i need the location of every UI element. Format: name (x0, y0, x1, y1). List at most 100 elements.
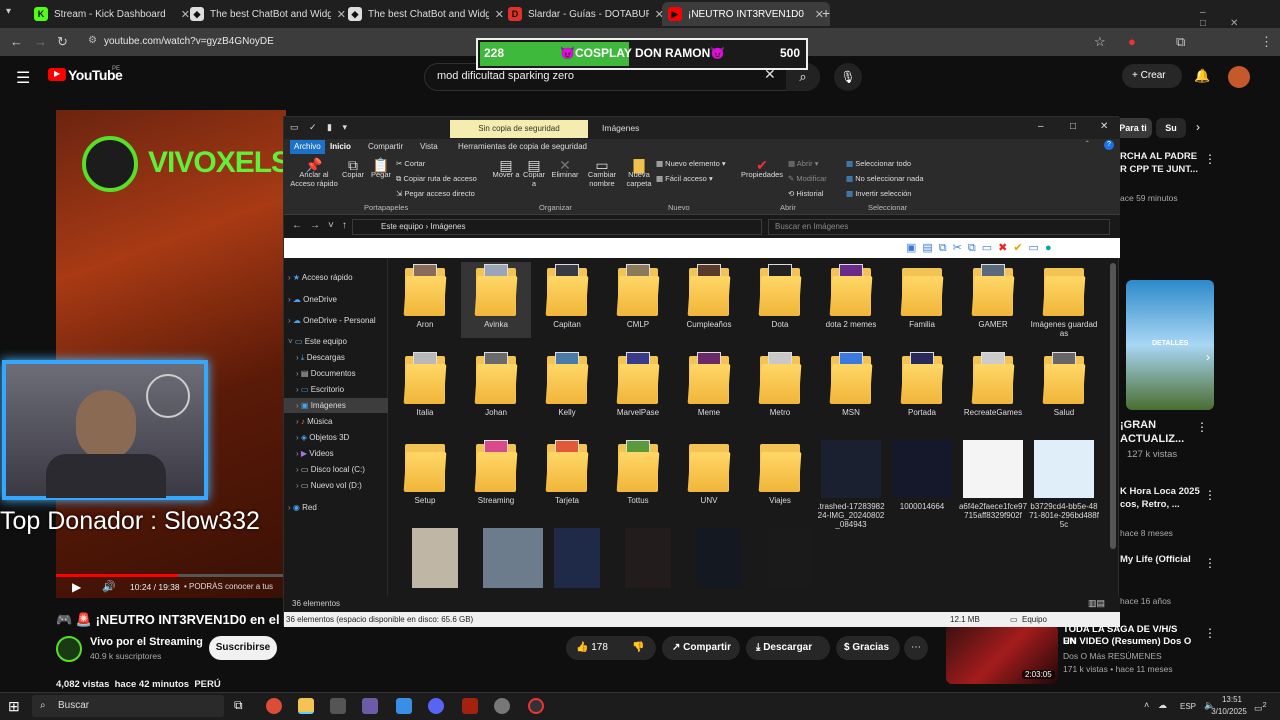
folder-item[interactable]: MarvelPase (603, 352, 673, 417)
hamburger-menu-icon[interactable]: ☰ (16, 68, 30, 88)
ribbon-tab-herramientas-de-copia-de-seguridad[interactable]: Herramientas de copia de seguridad (458, 142, 587, 151)
folder-item[interactable]: Italia (390, 352, 460, 417)
folder-item[interactable]: Dota (745, 264, 815, 329)
image-thumbnail[interactable] (554, 528, 600, 588)
paste-button[interactable]: 📋 Pegar (368, 158, 394, 179)
tray-chevron-icon[interactable]: ˄ (1144, 700, 1149, 710)
nav-item-nuevo-vol-d[interactable]: › ▭ Nuevo vol (D:) (284, 478, 388, 493)
extension-icon[interactable]: ● (1128, 34, 1136, 49)
folder-item[interactable]: Imágenes guardadas (1029, 264, 1099, 338)
taskbar-search[interactable]: Buscar (32, 695, 224, 717)
new-tab-icon[interactable]: + (822, 5, 830, 21)
expand-chevron-icon[interactable]: › (296, 369, 299, 378)
folder-item[interactable]: Streaming (461, 440, 531, 505)
maximize-icon[interactable]: □ (1070, 121, 1076, 132)
network-icon[interactable]: ☁ (1158, 700, 1167, 711)
folder-item[interactable]: Meme (674, 352, 744, 417)
folder-item[interactable]: Salud (1029, 352, 1099, 417)
history-button[interactable]: ⟲ Historial (788, 189, 823, 198)
folder-item[interactable]: MSN (816, 352, 886, 417)
image-thumbnail[interactable] (412, 528, 458, 588)
image-thumbnail[interactable] (483, 528, 543, 588)
create-button[interactable]: + Crear (1122, 64, 1182, 88)
ribbon-tab-archivo[interactable]: Archivo (290, 140, 325, 154)
like-icon[interactable]: 👍 (576, 642, 588, 653)
related-title[interactable]: My Life (Official (1120, 554, 1191, 566)
related-more-icon[interactable]: ⋮ (1196, 420, 1208, 434)
nav-arrows-icon[interactable]: ←→˅↑ (292, 220, 355, 231)
nav-item-escritorio[interactable]: › ▭ Escritorio (284, 382, 388, 397)
more-actions-icon[interactable]: ⋯ (904, 636, 928, 660)
breadcrumb-imagenes[interactable]: Imágenes (430, 222, 465, 231)
browser-tab[interactable]: DSlardar - Guías - DOTABUFF - D✕ (502, 2, 670, 26)
reload-icon[interactable]: ↻ (57, 34, 68, 50)
folder-item[interactable]: GAMER (958, 264, 1028, 329)
image-thumbnail[interactable] (767, 528, 813, 588)
volume-icon[interactable]: 🔊 (102, 580, 116, 593)
chrome-icon[interactable] (266, 698, 282, 714)
expand-chevron-icon[interactable]: › (296, 433, 299, 442)
open-button[interactable]: ▦ Abrir ▾ (788, 159, 818, 168)
windows-start-icon[interactable]: ⊞ (8, 698, 20, 715)
toolbar-icons[interactable]: ▣▤⧉✂⧉▭✖✔▭● (906, 241, 1058, 255)
video-chapter[interactable]: • PODRÁS conocer a tus (184, 582, 284, 591)
related-title-2[interactable]: UN VIDEO (Resumen) Dos O ... (1063, 636, 1193, 647)
nav-item-musica[interactable]: › ♪ Música (284, 414, 388, 429)
copy-button[interactable]: ⧉ Copiar (340, 158, 366, 179)
properties-button[interactable]: ✔ Propiedades (740, 158, 784, 179)
download-button[interactable]: ⤓ Descargar (746, 636, 830, 660)
keyboard-language[interactable]: ESP (1180, 702, 1196, 711)
nav-item-red[interactable]: › ◉ Red (284, 500, 388, 515)
invert-selection-button[interactable]: ▦ Invertir selección (846, 189, 911, 198)
nav-item-disco-local-c[interactable]: › ▭ Disco local (C:) (284, 462, 388, 477)
notification-center-icon[interactable]: ▭2 (1254, 700, 1267, 714)
backup-status-tab[interactable]: Sin copia de seguridad (450, 120, 588, 138)
related-more-icon[interactable]: ⋮ (1204, 626, 1216, 640)
extensions-puzzle-icon[interactable]: ⧉ (1176, 34, 1185, 50)
subscribe-button[interactable]: Suscribirse (209, 636, 277, 660)
task-view-icon[interactable]: ⧉ (234, 698, 243, 713)
folder-item[interactable]: Metro (745, 352, 815, 417)
browser-tab[interactable]: ◆The best ChatBot and Widgets✕ (184, 2, 352, 26)
pin-quick-access-button[interactable]: 📌 Anclar al Acceso rápido (288, 158, 340, 188)
expand-chevron-icon[interactable]: › (296, 481, 299, 490)
tab-list-icon[interactable]: ▾ (6, 6, 11, 17)
site-info-icon[interactable]: ⚙ (88, 35, 97, 46)
app-icon[interactable] (396, 698, 412, 714)
ribbon-collapse-icon[interactable]: ˆ (1086, 140, 1089, 149)
folder-item[interactable]: UNV (674, 440, 744, 505)
related-title[interactable]: ¡GRAN (1120, 418, 1156, 432)
folder-item[interactable]: CMLP (603, 264, 673, 329)
expand-chevron-icon[interactable]: › (296, 385, 299, 394)
image-item[interactable]: .trashed-1728398224-IMG_20240802_084943 (816, 440, 886, 529)
folder-item[interactable]: Portada (887, 352, 957, 417)
breadcrumb-este-equipo[interactable]: Este equipo (381, 222, 423, 231)
edit-button[interactable]: ✎ Modificar (788, 174, 827, 183)
image-item[interactable]: 1000014664 (887, 440, 957, 511)
share-button[interactable]: ↗ Compartir (662, 636, 740, 660)
new-folder-button[interactable]: ▇ Nueva carpeta (624, 158, 654, 188)
folder-item[interactable]: Aron (390, 264, 460, 329)
folder-item[interactable]: Tarjeta (532, 440, 602, 505)
channel-name[interactable]: Vivo por el Streaming (90, 636, 203, 648)
folder-item[interactable]: Kelly (532, 352, 602, 417)
close-icon[interactable]: ✕ (1100, 121, 1108, 132)
rename-button[interactable]: ▭ Cambiar nombre (582, 158, 622, 188)
cut-button[interactable]: ✂ Cortar (396, 159, 425, 168)
expand-chevron-icon[interactable]: › (296, 353, 299, 362)
minimize-icon[interactable]: – (1038, 121, 1044, 132)
nav-item-onedrive[interactable]: › ☁ OneDrive (284, 292, 388, 307)
ribbon-tab-compartir[interactable]: Compartir (368, 142, 403, 151)
dislike-icon[interactable]: 👎 (632, 636, 644, 660)
select-none-button[interactable]: ▦ No seleccionar nada (846, 174, 924, 183)
obs-icon[interactable] (494, 698, 510, 714)
chip-su[interactable]: Su (1156, 118, 1186, 138)
related-title[interactable]: RCHA AL PADRE (1120, 151, 1197, 163)
image-thumbnail[interactable] (625, 528, 671, 588)
notifications-bell-icon[interactable]: 🔔 (1194, 68, 1210, 84)
path-breadcrumb[interactable]: Este equipo › Imágenes (352, 219, 762, 235)
nav-item-documentos[interactable]: › ▤ Documentos (284, 366, 388, 381)
folder-item[interactable]: Setup (390, 440, 460, 505)
related-more-icon[interactable]: ⋮ (1204, 488, 1216, 502)
expand-chevron-icon[interactable]: › (296, 401, 299, 410)
